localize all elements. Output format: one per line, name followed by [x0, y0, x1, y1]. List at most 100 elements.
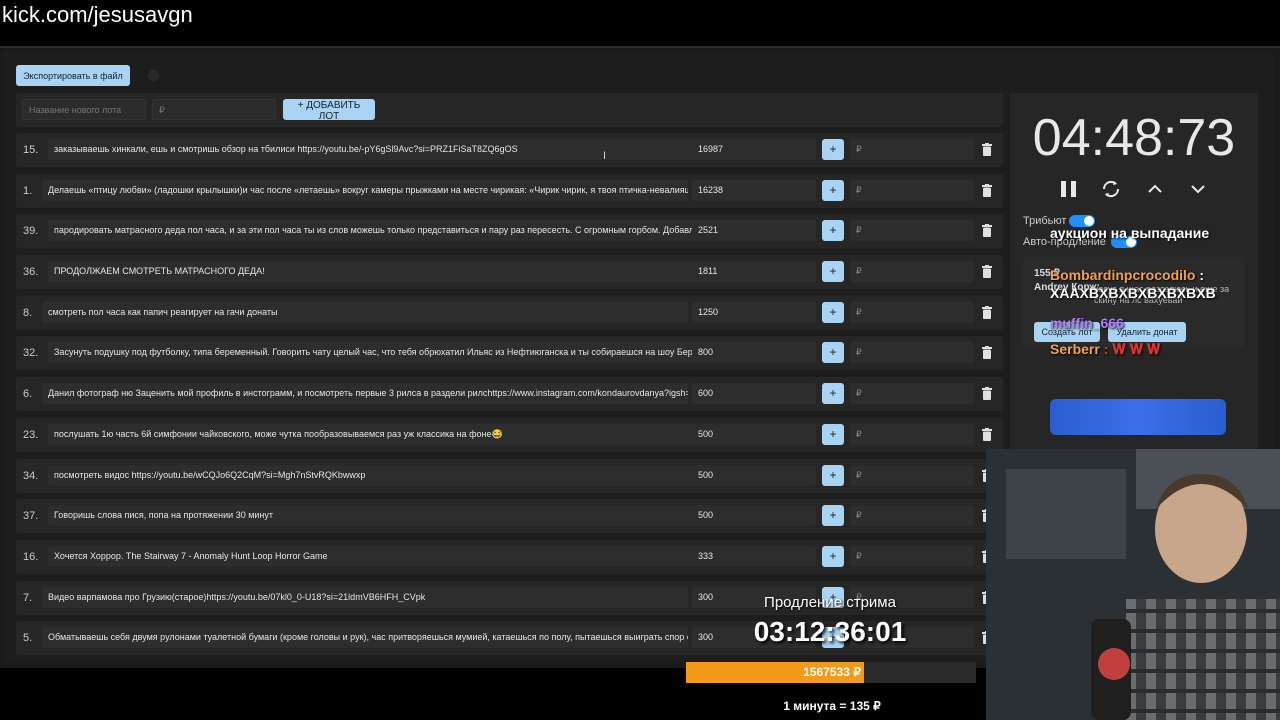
lot-row: 39. пародировать матрасного деда пол часа…	[16, 214, 1003, 248]
chat-user: Serberr	[1050, 341, 1100, 357]
lot-name-input[interactable]: Обматываешь себя двумя рулонами туалетно…	[42, 627, 688, 648]
trash-icon[interactable]	[982, 224, 992, 237]
lot-add-button[interactable]: +	[822, 383, 844, 404]
trash-icon[interactable]	[982, 184, 992, 197]
lot-add-button[interactable]: +	[822, 302, 844, 323]
stream-extend-label: Продление стрима	[764, 594, 896, 611]
lot-amount-input[interactable]: 1250	[692, 302, 816, 323]
refresh-icon[interactable]	[1100, 178, 1122, 200]
trash-icon[interactable]	[982, 346, 992, 359]
lot-name-input[interactable]: Данил фотограф ню Заценить мой профиль в…	[42, 383, 688, 404]
stream-extend-total: 1567533 ₽	[803, 665, 861, 679]
lot-add-button[interactable]: +	[822, 180, 844, 201]
lot-number: 8.	[23, 307, 33, 319]
lot-add-amount-input[interactable]: ₽	[850, 261, 974, 282]
lot-add-button[interactable]: +	[822, 139, 844, 160]
stream-extend-timer: 03:12:36:01	[753, 616, 907, 647]
trash-icon[interactable]	[982, 306, 992, 319]
lot-number: 39.	[23, 225, 39, 237]
lot-name-input[interactable]: Засунуть подушку под футболку, типа бере…	[48, 342, 694, 363]
chat-message: аукцион на выпадание	[1050, 224, 1250, 242]
lot-number: 34.	[23, 470, 39, 482]
lot-row: 1. Делаешь «птицу любви» (ладошки крылышк…	[16, 174, 1003, 208]
spin-button[interactable]	[1050, 399, 1226, 435]
lot-name-input[interactable]: Делаешь «птицу любви» (ладошки крылышки)…	[42, 180, 688, 201]
pause-icon[interactable]	[1058, 178, 1080, 200]
lot-row: 6. Данил фотограф ню Заценить мой профиль…	[16, 377, 1003, 411]
chevron-down-icon[interactable]	[1187, 178, 1209, 200]
lot-add-amount-input[interactable]: ₽	[850, 180, 974, 201]
export-to-file-button[interactable]: Экспортировать в файл	[16, 65, 130, 86]
lot-row: 34. посмотреть видос https://youtu.be/wCQ…	[16, 459, 1003, 493]
lot-row: 32. Засунуть подушку под футболку, типа б…	[16, 336, 1003, 370]
lot-number: 32.	[23, 347, 39, 359]
lot-amount-input[interactable]: 600	[692, 383, 816, 404]
lot-amount-input[interactable]: 333	[692, 546, 816, 567]
lot-row: 15. заказываешь хинкали, ешь и смотришь о…	[16, 133, 1003, 167]
lot-name-input[interactable]: послушать 1ю часть 6й симфонии чайковско…	[48, 424, 694, 445]
lot-amount-input[interactable]: 1811	[692, 261, 816, 282]
lot-row: 8. смотреть пол часа как папич реагирует …	[16, 296, 1003, 330]
lot-add-button[interactable]: +	[822, 465, 844, 486]
lot-row: 23. послушать 1ю часть 6й симфонии чайков…	[16, 418, 1003, 452]
lot-add-button[interactable]: +	[822, 220, 844, 241]
add-lot-button[interactable]: + ДОБАВИТЬ ЛОТ	[283, 99, 375, 122]
lot-amount-input[interactable]: 500	[692, 465, 816, 486]
lot-name-input[interactable]: Говоришь слова пися, попа на протяжении …	[48, 505, 694, 526]
chat-user: muffin_666	[1050, 315, 1124, 331]
lot-add-amount-input[interactable]: ₽	[850, 465, 974, 486]
lot-amount-input[interactable]: 16987	[692, 139, 816, 160]
lot-number: 15.	[23, 144, 39, 156]
chat-text: : 𝐖 𝐖 𝐖	[1103, 341, 1161, 357]
lot-name-input[interactable]: заказываешь хинкали, ешь и смотришь обзо…	[48, 139, 694, 160]
lot-amount-input[interactable]: 500	[692, 505, 816, 526]
lot-add-amount-input[interactable]: ₽	[850, 220, 974, 241]
lot-add-amount-input[interactable]: ₽	[850, 424, 974, 445]
lot-add-button[interactable]: +	[822, 546, 844, 567]
browser-url: kick.com/jesusavgn	[2, 2, 193, 27]
lot-name-input[interactable]: ПРОДОЛЖАЕМ СМОТРЕТЬ МАТРАСНОГО ДЕДА!	[48, 261, 694, 282]
chat-user: Bombardinpcrocodilo	[1050, 267, 1196, 283]
lot-number: 23.	[23, 429, 39, 441]
lot-number: 36.	[23, 266, 39, 278]
lot-add-button[interactable]: +	[822, 342, 844, 363]
lot-add-amount-input[interactable]: ₽	[850, 139, 974, 160]
trash-icon[interactable]	[982, 387, 992, 400]
trash-icon[interactable]	[982, 265, 992, 278]
lot-row: 37. Говоришь слова пися, попа на протяжен…	[16, 499, 1003, 533]
lot-number: 16.	[23, 551, 39, 563]
lot-number: 1.	[23, 185, 33, 197]
status-dot	[148, 70, 159, 81]
lot-add-amount-input[interactable]: ₽	[850, 383, 974, 404]
trash-icon[interactable]	[982, 143, 992, 156]
lot-number: 37.	[23, 510, 39, 522]
lot-row: 36. ПРОДОЛЖАЕМ СМОТРЕТЬ МАТРАСНОГО ДЕДА! 1…	[16, 255, 1003, 289]
lot-add-amount-input[interactable]: ₽	[850, 505, 974, 526]
lot-number: 6.	[23, 388, 33, 400]
lot-amount-input[interactable]: 2521	[692, 220, 816, 241]
chevron-up-icon[interactable]	[1144, 178, 1166, 200]
trash-icon[interactable]	[982, 428, 992, 441]
lot-name-input[interactable]: пародировать матрасного деда пол часа, и…	[48, 220, 694, 241]
lot-amount-input[interactable]: 500	[692, 424, 816, 445]
stream-extend-rate: 1 минута = 135 ₽	[783, 699, 881, 713]
lot-amount-input[interactable]: 16238	[692, 180, 816, 201]
chat-message: Serberr : 𝐖 𝐖 𝐖	[1050, 341, 1160, 358]
lot-add-amount-input[interactable]: ₽	[850, 342, 974, 363]
chat-text: аукцион на выпадание	[1050, 225, 1210, 241]
lot-add-button[interactable]: +	[822, 505, 844, 526]
new-lot-amount-input[interactable]	[152, 99, 276, 120]
lot-add-amount-input[interactable]: ₽	[850, 302, 974, 323]
lot-name-input[interactable]: посмотреть видос https://youtu.be/wCQJo6…	[48, 465, 694, 486]
lot-add-button[interactable]: +	[822, 261, 844, 282]
webcam-feed	[986, 449, 1280, 720]
lot-name-input[interactable]: Видео варпамова про Грузию(старое)https:…	[42, 587, 688, 608]
lot-name-input[interactable]: Хочется Хоррор. The Stairway 7 - Anomaly…	[48, 546, 694, 567]
lot-amount-input[interactable]: 800	[692, 342, 816, 363]
lot-add-amount-input[interactable]: ₽	[850, 546, 974, 567]
lot-add-button[interactable]: +	[822, 424, 844, 445]
chat-message: muffin_666	[1050, 315, 1124, 331]
browser-url-bar: kick.com/jesusavgn	[0, 0, 1280, 46]
new-lot-name-input[interactable]	[22, 99, 146, 120]
lot-name-input[interactable]: смотреть пол часа как папич реагирует на…	[42, 302, 688, 323]
